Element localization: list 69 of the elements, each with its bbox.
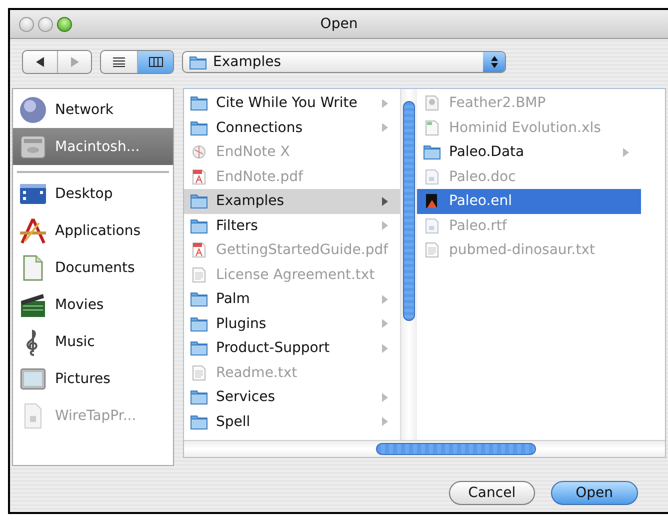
sidebar-item[interactable]: Macintosh...: [13, 128, 173, 165]
list-icon: [113, 57, 125, 67]
sidebar-item[interactable]: Documents: [13, 249, 173, 286]
file-row[interactable]: Paleo.Data: [417, 140, 641, 164]
sidebar-item[interactable]: Network: [13, 91, 173, 128]
column-view-button[interactable]: [137, 51, 173, 73]
pdf-icon: [190, 168, 208, 185]
file-row[interactable]: Product-Support: [184, 336, 400, 360]
folder-icon: [190, 340, 208, 356]
document-icon: [423, 218, 441, 234]
folder-icon: [190, 291, 208, 308]
applications-icon: [19, 216, 47, 244]
chevron-icon: [382, 123, 388, 132]
window-title: Open: [320, 16, 358, 32]
folder-icon: [189, 54, 207, 70]
file-row[interactable]: Plugins: [184, 312, 400, 336]
chevron-icon: [382, 319, 388, 328]
file-row[interactable]: Spell: [184, 410, 400, 434]
chevron-icon: [382, 392, 388, 402]
app-icon: [190, 144, 208, 160]
text-file-icon: [423, 242, 441, 258]
folder-icon: [190, 389, 208, 406]
location-popup[interactable]: Examples: [182, 51, 506, 73]
folder-icon: [190, 316, 208, 332]
file-row[interactable]: Connections: [184, 116, 400, 140]
folder-icon: [190, 193, 208, 210]
sidebar-item[interactable]: Desktop: [13, 175, 173, 212]
file-row[interactable]: Filters: [184, 214, 400, 238]
folder-icon: [423, 144, 441, 160]
close-button[interactable]: [19, 16, 34, 32]
globe-icon: [19, 96, 47, 124]
up-down-arrows-icon: [490, 56, 498, 68]
sidebar-item[interactable]: Pictures: [13, 360, 173, 397]
scroll-thumb[interactable]: [403, 101, 415, 321]
scroll-thumb[interactable]: [376, 443, 536, 455]
chevron-icon: [382, 417, 388, 426]
image-file-icon: [423, 95, 441, 112]
file-row[interactable]: Paleo.enl: [417, 189, 641, 214]
vertical-scrollbar[interactable]: [400, 89, 417, 440]
chevron-icon: [382, 98, 388, 108]
file-row[interactable]: Cite While You Write: [184, 91, 400, 116]
chevron-icon: [382, 294, 388, 304]
spreadsheet-icon: [423, 120, 441, 136]
open-button[interactable]: Open: [550, 481, 638, 505]
chevron-icon: [382, 221, 388, 230]
folder-icon: [190, 414, 208, 430]
sidebar-item[interactable]: Applications: [13, 212, 173, 249]
forward-icon: [70, 57, 79, 67]
folder-icon: [190, 95, 208, 112]
folder-icon: [190, 218, 208, 234]
pdf-icon: [190, 242, 208, 258]
back-icon: [36, 57, 44, 67]
file-row[interactable]: Palm: [184, 287, 400, 312]
chevron-icon: [382, 196, 388, 206]
file-row[interactable]: Services: [184, 385, 400, 410]
zoom-button[interactable]: [57, 16, 72, 32]
chevron-icon: [382, 344, 388, 353]
horizontal-scrollbar[interactable]: [184, 440, 665, 457]
text-file-icon: [190, 364, 208, 381]
folder-icon: [190, 120, 208, 136]
file-row[interactable]: Examples: [184, 189, 400, 214]
text-file-icon: [190, 266, 208, 283]
columns-icon: [148, 57, 162, 67]
document-icon: [423, 168, 441, 185]
cancel-button[interactable]: Cancel: [449, 481, 535, 505]
chevron-icon: [623, 148, 629, 157]
minimize-button[interactable]: [38, 16, 53, 32]
sidebar-item[interactable]: Music: [13, 323, 173, 360]
sidebar-item[interactable]: Movies: [13, 286, 173, 323]
